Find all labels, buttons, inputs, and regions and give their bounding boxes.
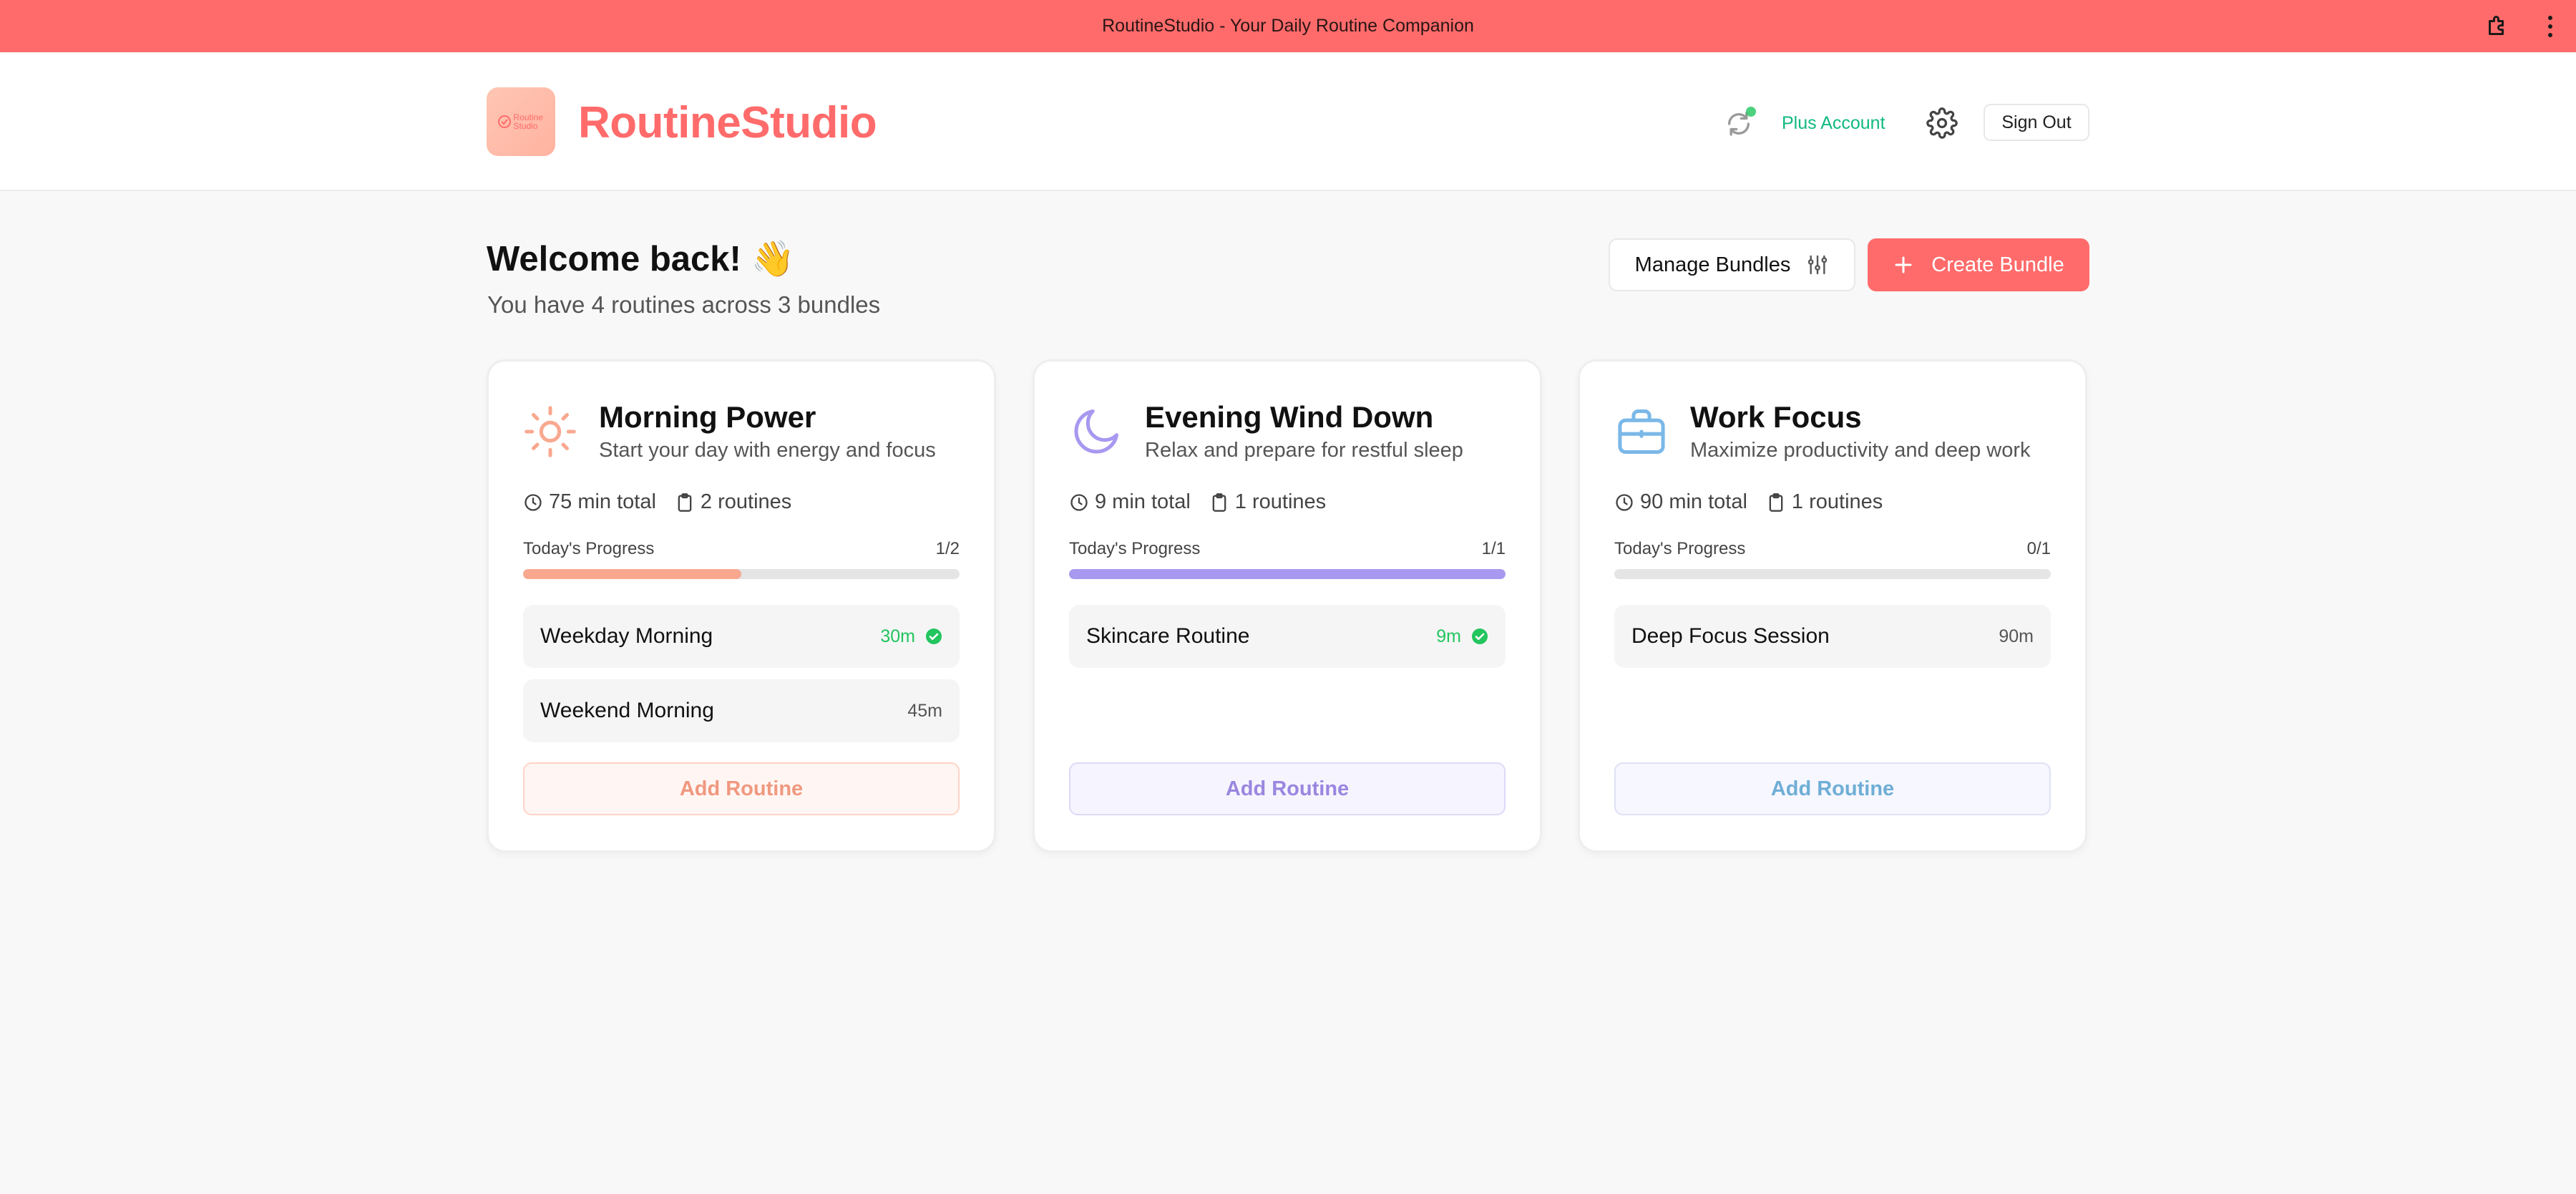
routine-name: Weekend Morning <box>540 699 714 722</box>
bundle-title: Morning Power <box>599 400 816 434</box>
check-circle-icon <box>1472 628 1488 644</box>
window-controls <box>2484 0 2555 52</box>
add-routine-button[interactable]: Add Routine <box>523 762 960 815</box>
add-routine-button[interactable]: Add Routine <box>1614 762 2051 815</box>
brand-name[interactable]: RoutineStudio <box>578 97 877 148</box>
sync-status-dot <box>1746 107 1756 117</box>
check-circle-icon <box>926 628 942 644</box>
window-title-bar: RoutineStudio - Your Daily Routine Compa… <box>0 0 2576 52</box>
bundle-count: 2 routines <box>675 490 791 514</box>
routine-name: Skincare Routine <box>1086 624 1250 648</box>
routine-time: 30m <box>880 626 942 647</box>
clock-icon <box>525 493 542 511</box>
manage-bundles-button[interactable]: Manage Bundles <box>1609 238 1855 291</box>
extension-icon[interactable] <box>2484 14 2510 39</box>
bundle-card-work-focus[interactable]: Work Focus Maximize productivity and dee… <box>1578 359 2087 853</box>
routine-name: Deep Focus Session <box>1631 624 1830 648</box>
routine-time: 9m <box>1436 626 1488 647</box>
bundle-count-text: 2 routines <box>700 490 792 513</box>
routine-item[interactable]: Deep Focus Session 90m <box>1614 605 2051 668</box>
logo-text: Routine Studio <box>513 112 543 131</box>
routine-duration: 30m <box>880 626 915 646</box>
clipboard-icon <box>1212 492 1226 512</box>
progress-label: Today's Progress <box>1069 539 1201 558</box>
plus-account-link[interactable]: Plus Account <box>1782 113 1885 134</box>
settings-button[interactable] <box>1926 107 1958 139</box>
bundle-card-morning-power[interactable]: Morning Power Start your day with energy… <box>487 359 996 853</box>
briefcase-icon <box>1618 409 1665 455</box>
bundle-description: Maximize productivity and deep work <box>1690 439 2031 462</box>
clock-icon <box>1070 493 1088 511</box>
bundle-count-text: 1 routines <box>1234 490 1327 513</box>
bundle-count: 1 routines <box>1766 490 1883 514</box>
logo-mark: Routine Studio <box>497 113 545 130</box>
sun-icon <box>525 406 576 457</box>
progress-count: 0/1 <box>2026 539 2051 558</box>
clock-icon <box>1616 493 1633 511</box>
bundle-meta: 75 min total 2 routines <box>523 490 810 514</box>
bundle-meta: 9 min total 1 routines <box>1069 490 1345 514</box>
bundle-card-evening-wind-down[interactable]: Evening Wind Down Relax and prepare for … <box>1033 359 1542 853</box>
create-bundle-button[interactable]: Create Bundle <box>1868 238 2089 291</box>
bundle-count-text: 1 routines <box>1791 490 1883 513</box>
app-logo[interactable]: Routine Studio <box>487 87 555 156</box>
manage-bundles-label: Manage Bundles <box>1634 253 1791 276</box>
progress-count: 1/1 <box>1481 539 1506 558</box>
bundle-total-text: 90 min total <box>1640 490 1747 513</box>
routine-item[interactable]: Weekday Morning 30m <box>523 605 960 668</box>
logo-check-icon <box>497 115 511 128</box>
moon-icon <box>1074 409 1119 454</box>
bundle-total-text: 75 min total <box>549 490 656 513</box>
welcome-title: Welcome back! 👋 <box>487 240 795 278</box>
progress-count: 1/2 <box>935 539 960 558</box>
routine-duration: 9m <box>1436 626 1461 646</box>
bundle-total: 90 min total <box>1614 490 1747 514</box>
routine-duration: 45m <box>907 700 942 721</box>
progress-bar <box>1614 569 2051 579</box>
bundle-meta: 90 min total 1 routines <box>1614 490 1901 514</box>
clipboard-icon <box>1769 492 1783 512</box>
gear-icon <box>1926 107 1958 139</box>
routine-time: 45m <box>907 701 942 722</box>
routine-time: 90m <box>1999 626 2034 647</box>
plus-icon <box>1895 256 1912 273</box>
sync-button[interactable] <box>1724 107 1756 138</box>
bundle-title: Evening Wind Down <box>1145 400 1434 434</box>
routine-item[interactable]: Weekend Morning 45m <box>523 679 960 742</box>
progress-bar <box>523 569 960 579</box>
more-menu-icon[interactable] <box>2546 14 2555 39</box>
bundle-count: 1 routines <box>1209 490 1326 514</box>
bundle-title: Work Focus <box>1690 400 1862 434</box>
routine-duration: 90m <box>1999 626 2034 646</box>
bundle-total: 75 min total <box>523 490 656 514</box>
progress-bar <box>1069 569 1506 579</box>
clipboard-icon <box>678 492 692 512</box>
window-title: RoutineStudio - Your Daily Routine Compa… <box>1102 16 1474 36</box>
progress-fill <box>1069 569 1506 579</box>
add-routine-button[interactable]: Add Routine <box>1069 762 1506 815</box>
welcome-subtitle: You have 4 routines across 3 bundles <box>487 291 881 318</box>
sign-out-button[interactable]: Sign Out <box>1984 104 2089 141</box>
bundle-description: Start your day with energy and focus <box>599 439 936 462</box>
routine-name: Weekday Morning <box>540 624 713 648</box>
progress-label: Today's Progress <box>1614 539 1746 558</box>
bundle-description: Relax and prepare for restful sleep <box>1145 439 1463 462</box>
sliders-icon <box>1808 255 1828 275</box>
bundle-total-text: 9 min total <box>1095 490 1191 513</box>
routine-item[interactable]: Skincare Routine 9m <box>1069 605 1506 668</box>
progress-fill <box>523 569 741 579</box>
app-header: Routine Studio RoutineStudio Plus Accoun… <box>0 52 2576 191</box>
bundle-total: 9 min total <box>1069 490 1191 514</box>
create-bundle-label: Create Bundle <box>1931 253 2064 276</box>
progress-label: Today's Progress <box>523 539 655 558</box>
